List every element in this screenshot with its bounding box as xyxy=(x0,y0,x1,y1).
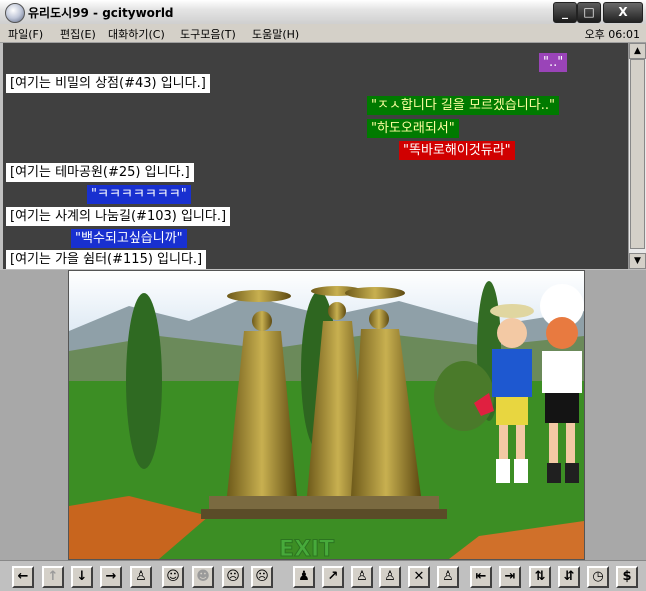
chat-message: "하도오래되서" xyxy=(367,119,459,138)
statue-pedestal xyxy=(209,496,439,510)
pose-sit-button[interactable]: ♟ xyxy=(293,566,315,588)
pose-stand-button[interactable]: ♙ xyxy=(351,566,373,588)
cypress-tree xyxy=(126,293,162,469)
sort-up-icon: ⇅ xyxy=(534,569,546,584)
pose-point-button[interactable]: ↗ xyxy=(322,566,344,588)
face-sad-icon: ☹ xyxy=(226,569,240,584)
pose-dance-button[interactable]: ♙ xyxy=(437,566,459,588)
move-left-button[interactable]: ← xyxy=(12,566,34,588)
person-icon: ♙ xyxy=(135,569,147,584)
dollar-icon: $ xyxy=(622,569,632,584)
menu-file[interactable]: 파일(F) xyxy=(8,26,43,42)
minimize-button[interactable]: _ xyxy=(553,2,577,23)
face-angry-icon: ☹ xyxy=(255,569,269,584)
chat-system-message: [여기는 비밀의 상점(#43) 입니다.] xyxy=(6,74,210,93)
enter-button[interactable]: ⇤ xyxy=(470,566,492,588)
scroll-thumb[interactable] xyxy=(630,59,645,249)
scroll-up-button[interactable]: ▲ xyxy=(629,43,646,59)
sort-up-button[interactable]: ⇅ xyxy=(529,566,551,588)
chat-message: ".." xyxy=(539,53,568,72)
sort-down-button[interactable]: ⇵ xyxy=(558,566,580,588)
menu-help[interactable]: 도움말(H) xyxy=(252,26,299,42)
pose-cross-button[interactable]: ✕ xyxy=(408,566,430,588)
chat-system-message: [여기는 가을 쉼터(#115) 입니다.] xyxy=(6,250,207,269)
clock-icon: ◷ xyxy=(592,569,604,584)
arrow-down-icon: ↓ xyxy=(76,569,88,584)
move-down-button[interactable]: ↓ xyxy=(71,566,93,588)
close-button[interactable]: X xyxy=(603,2,643,23)
exit-sign[interactable]: EXIT xyxy=(279,537,335,560)
chat-message: "ㅈㅅ합니다 길을 모르겠습니다.." xyxy=(367,96,559,115)
face-neutral-icon: ☺ xyxy=(166,569,180,584)
app-icon xyxy=(5,3,25,23)
chat-log[interactable]: ".." [여기는 비밀의 상점(#43) 입니다.] "ㅈㅅ합니다 길을 모르… xyxy=(3,43,628,269)
menu-chat[interactable]: 대화하기(C) xyxy=(108,26,165,42)
menu-tools[interactable]: 도구모음(T) xyxy=(180,26,236,42)
pose-cross-icon: ✕ xyxy=(413,569,425,584)
clock: 오후 06:01 xyxy=(584,28,640,41)
pose-sit-icon: ♟ xyxy=(298,569,310,584)
expression-smile-button[interactable]: ☻ xyxy=(192,566,214,588)
menu-edit[interactable]: 편집(E) xyxy=(60,26,96,42)
clock-button[interactable]: ◷ xyxy=(587,566,609,588)
maximize-button[interactable]: □ xyxy=(577,2,601,23)
menu-bar: 파일(F) 편집(E) 대화하기(C) 도구모음(T) 도움말(H) 오후 06… xyxy=(0,24,646,43)
arrow-up-icon: ↑ xyxy=(47,569,59,584)
statue-pedestal-edge xyxy=(201,509,447,519)
chat-scrollbar[interactable]: ▲ ▼ xyxy=(628,43,646,269)
title-bar[interactable]: 유리도시99 - gcityworld _ □ X xyxy=(0,0,646,25)
pose-dance-icon: ♙ xyxy=(442,569,454,584)
window-title: 유리도시99 - gcityworld xyxy=(28,6,174,20)
avatar-button[interactable]: ♙ xyxy=(130,566,152,588)
scroll-down-button[interactable]: ▼ xyxy=(629,253,646,269)
pose-stand-icon: ♙ xyxy=(356,569,368,584)
move-up-button[interactable]: ↑ xyxy=(42,566,64,588)
money-button[interactable]: $ xyxy=(616,566,638,588)
move-right-button[interactable]: → xyxy=(100,566,122,588)
pose-wave-icon: ♙ xyxy=(384,569,396,584)
chat-message: "백수되고싶습니까" xyxy=(71,229,187,248)
arrow-left-icon: ← xyxy=(17,569,29,584)
chat-system-message: [여기는 사계의 나눔길(#103) 입니다.] xyxy=(6,207,231,226)
arrow-right-icon: → xyxy=(105,569,117,584)
expression-sad-button[interactable]: ☹ xyxy=(222,566,244,588)
chat-message: "ㅋㅋㅋㅋㅋㅋㅋ" xyxy=(87,185,191,204)
sort-down-icon: ⇵ xyxy=(563,569,575,584)
pose-wave-button[interactable]: ♙ xyxy=(379,566,401,588)
expression-neutral-button[interactable]: ☺ xyxy=(162,566,184,588)
game-scene[interactable]: EXIT xyxy=(68,270,585,560)
toolbar: ← ↑ ↓ → ♙ ☺ ☻ ☹ ☹ ♟ ↗ ♙ ♙ ✕ ♙ ⇤ ⇥ ⇅ ⇵ ◷ … xyxy=(0,560,646,591)
exit-button[interactable]: ⇥ xyxy=(499,566,521,588)
chat-system-message: [여기는 테마공원(#25) 입니다.] xyxy=(6,163,194,182)
enter-door-icon: ⇤ xyxy=(475,569,487,584)
expression-angry-button[interactable]: ☹ xyxy=(251,566,273,588)
face-smile-icon: ☻ xyxy=(196,569,210,584)
exit-door-icon: ⇥ xyxy=(504,569,516,584)
pose-point-icon: ↗ xyxy=(327,569,339,584)
chat-message: "똑바로해이것듀라" xyxy=(399,141,515,160)
